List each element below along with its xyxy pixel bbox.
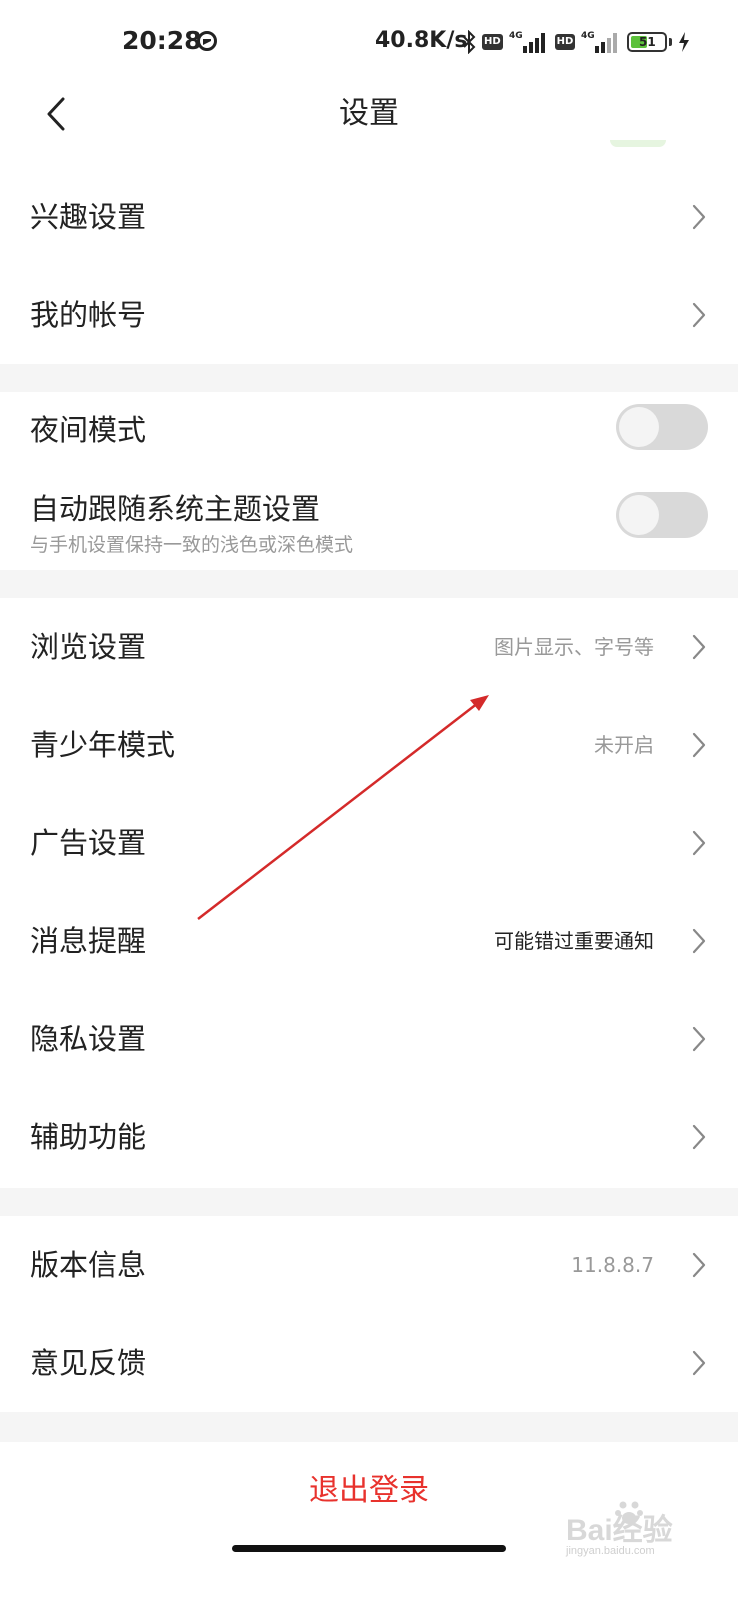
chevron-right-icon [692,634,706,660]
row-label: 消息提醒 [30,924,147,958]
row-label: 隐私设置 [30,1022,147,1056]
row-teen-mode[interactable]: 青少年模式 未开启 [0,696,738,794]
page-title: 设置 [339,96,399,131]
signal-icon-2: 4G [581,31,618,53]
battery-icon: 51 [627,32,668,52]
hd-badge: HD [482,34,503,50]
row-value: 11.8.8.7 [571,1253,654,1277]
row-label: 版本信息 [30,1248,147,1282]
charging-icon [679,32,690,52]
chevron-right-icon [692,1124,706,1150]
chevron-right-icon [692,302,706,328]
row-label: 浏览设置 [30,630,147,664]
baidu-watermark: Bai经验 jingyan.baidu.com [548,1501,734,1575]
do-not-disturb-icon [197,31,217,51]
status-indicators: HD 4G HD 4G 51 [462,28,690,56]
row-label: 我的帐号 [30,298,147,332]
about-section: 版本信息 11.8.8.7 意见反馈 [0,1216,738,1412]
section-divider [0,570,738,598]
battery-level: 51 [638,35,656,49]
watermark-text: Bai经验 [566,1514,673,1547]
hd-badge-2: HD [554,34,576,50]
night-mode-toggle[interactable] [616,404,708,450]
row-label: 广告设置 [30,826,147,860]
chevron-right-icon [692,732,706,758]
nav-bar: 设置 [0,84,738,144]
watermark-url: jingyan.baidu.com [566,1545,655,1557]
chevron-right-icon [692,204,706,230]
home-indicator[interactable] [232,1545,506,1552]
toggle-knob [619,407,659,447]
status-time: 20:28 [122,26,202,55]
toggle-knob [619,495,659,535]
chevron-right-icon [692,1350,706,1376]
row-night-mode: 夜间模式 [0,392,738,468]
section-divider [0,1412,738,1442]
signal-icon: 4G [509,31,545,53]
row-label: 青少年模式 [30,728,176,762]
row-browse-settings[interactable]: 浏览设置 图片显示、字号等 [0,598,738,696]
back-button[interactable] [32,84,80,144]
row-version-info[interactable]: 版本信息 11.8.8.7 [0,1216,738,1314]
chevron-right-icon [692,1252,706,1278]
row-sublabel: 与手机设置保持一致的浅色或深色模式 [30,534,354,556]
row-label: 意见反馈 [30,1346,147,1380]
row-feedback[interactable]: 意见反馈 [0,1314,738,1412]
row-auto-theme: 自动跟随系统主题设置 与手机设置保持一致的浅色或深色模式 [0,468,738,570]
row-value: 可能错过重要通知 [494,929,654,953]
scroll-sliver [610,140,666,147]
row-ad-settings[interactable]: 广告设置 [0,794,738,892]
row-label: 夜间模式 [30,413,147,447]
row-notifications[interactable]: 消息提醒 可能错过重要通知 [0,892,738,990]
row-accessibility[interactable]: 辅助功能 [0,1088,738,1186]
battery-cap [669,38,673,46]
row-label: 兴趣设置 [30,200,147,234]
chevron-left-icon [47,97,65,131]
row-value: 图片显示、字号等 [494,635,654,659]
chevron-right-icon [692,1026,706,1052]
section-divider [0,364,738,392]
theme-section: 夜间模式 自动跟随系统主题设置 与手机设置保持一致的浅色或深色模式 [0,392,738,570]
chevron-right-icon [692,830,706,856]
account-section: 兴趣设置 我的帐号 [0,168,738,364]
section-divider [0,1188,738,1216]
svg-text:4G: 4G [581,31,595,41]
general-section: 浏览设置 图片显示、字号等 青少年模式 未开启 广告设置 消息提醒 可能错过重要… [0,598,738,1186]
row-interest-settings[interactable]: 兴趣设置 [0,168,738,266]
row-my-account[interactable]: 我的帐号 [0,266,738,364]
row-privacy-settings[interactable]: 隐私设置 [0,990,738,1088]
row-label: 辅助功能 [30,1120,147,1154]
bluetooth-icon [463,30,476,54]
chevron-right-icon [692,928,706,954]
network-speed: 40.8K/s [375,28,468,53]
status-bar: 20:28 40.8K/s HD 4G HD 4G 51 [0,0,738,84]
row-value: 未开启 [594,733,654,757]
auto-theme-toggle[interactable] [616,492,708,538]
svg-text:4G: 4G [509,31,523,41]
row-label: 自动跟随系统主题设置 [30,492,321,526]
